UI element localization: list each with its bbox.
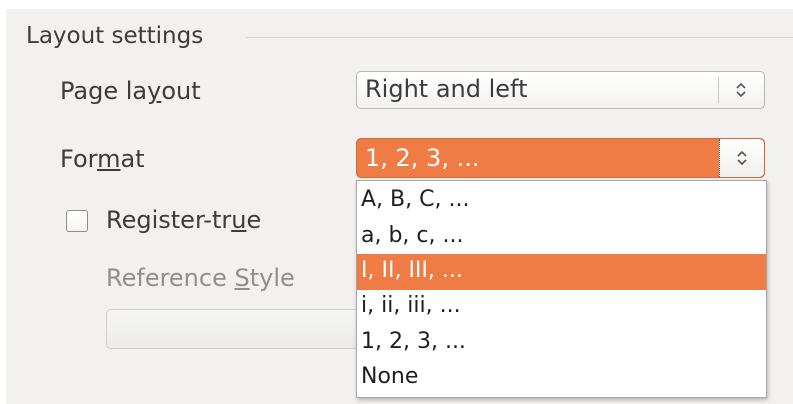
format-option-lower-roman[interactable]: i, ii, iii, ... <box>357 289 766 325</box>
reference-style-label-post: tyle <box>249 264 295 292</box>
reference-style-label-pre: Reference <box>106 264 235 292</box>
format-option-none[interactable]: None <box>357 360 766 396</box>
format-label-mnemonic: m <box>97 145 121 173</box>
page-layout-select[interactable]: Right and left <box>356 71 765 109</box>
page-layout-label-pre: Page la <box>60 77 148 105</box>
format-option-upper-alpha[interactable]: A, B, C, ... <box>357 183 766 219</box>
format-option-lower-alpha[interactable]: a, b, c, ... <box>357 219 766 255</box>
register-true-label-mnemonic: u <box>231 206 247 234</box>
format-label-post: at <box>120 145 145 173</box>
reference-style-label: Reference Style <box>106 262 295 294</box>
register-true-label-pre: Register-tr <box>106 206 232 234</box>
page-layout-label: Page layout <box>60 75 201 107</box>
format-dropdown-list: A, B, C, ... a, b, c, ... I, II, III, ..… <box>356 180 767 398</box>
register-true-label-post: e <box>246 206 262 234</box>
page-layout-value: Right and left <box>365 75 528 103</box>
page-layout-spin-button[interactable] <box>718 72 764 108</box>
page-layout-label-mnemonic: y <box>147 77 162 105</box>
format-label-pre: For <box>60 145 98 173</box>
format-label: Format <box>60 143 145 175</box>
reference-style-select <box>106 309 370 349</box>
format-value: 1, 2, 3, ... <box>365 144 480 172</box>
section-divider <box>246 37 793 38</box>
spin-separator <box>718 77 719 103</box>
register-true-checkbox[interactable] <box>66 210 88 232</box>
page-layout-label-post: out <box>161 77 201 105</box>
register-true-label[interactable]: Register-true <box>106 204 261 236</box>
spin-up-down-icon <box>737 150 747 166</box>
format-spin-button[interactable] <box>719 139 764 177</box>
section-title: Layout settings <box>26 23 204 49</box>
reference-style-label-mnemonic: S <box>234 264 250 292</box>
format-select[interactable]: 1, 2, 3, ... <box>356 138 765 178</box>
format-option-upper-roman[interactable]: I, II, III, ... <box>357 254 766 290</box>
format-option-arabic[interactable]: 1, 2, 3, ... <box>357 325 766 361</box>
spin-up-down-icon <box>736 82 746 98</box>
